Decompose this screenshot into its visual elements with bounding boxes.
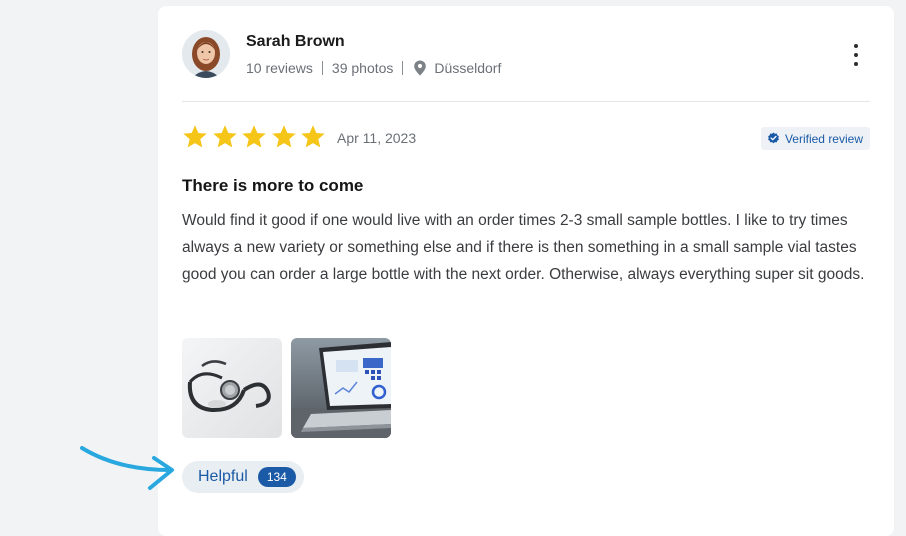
verified-badge[interactable]: Verified review — [760, 127, 870, 150]
star-icon — [301, 125, 325, 148]
verified-label: Verified review — [784, 131, 863, 146]
review-photos — [182, 338, 400, 438]
stethoscope-photo — [182, 338, 282, 438]
kebab-dot — [854, 44, 858, 48]
reviewer-header: Sarah Brown 10 reviews 39 photos Düsseld… — [182, 30, 870, 80]
star-icon — [271, 125, 296, 148]
pointer-arrow-icon — [80, 446, 174, 490]
review-body: Would find it good if one would live wit… — [182, 212, 865, 283]
reviewer-location: Düsseldorf — [434, 60, 502, 76]
reviewer-name[interactable]: Sarah Brown — [246, 33, 345, 51]
reviews-count: 10 reviews — [246, 60, 313, 76]
helpful-label: Helpful — [198, 468, 248, 485]
photo-thumbnail-stethoscope[interactable] — [182, 338, 282, 438]
avatar[interactable] — [182, 30, 230, 78]
meta-divider — [321, 61, 323, 75]
verified-check-icon — [768, 132, 779, 144]
location-pin-icon — [414, 60, 427, 76]
helpful-button[interactable]: Helpful 134 — [182, 461, 304, 493]
laptop-dashboard-photo — [291, 338, 391, 438]
review-date: Apr 11, 2023 — [337, 130, 417, 146]
review-card: Sarah Brown 10 reviews 39 photos Düsseld… — [158, 6, 894, 536]
helpful-count-badge: 134 — [257, 467, 296, 487]
star-rating — [182, 124, 330, 150]
avatar-image — [182, 30, 230, 78]
star-icon — [212, 125, 237, 148]
rating-row: Apr 11, 2023 Verified review — [182, 124, 870, 152]
star-icon — [242, 125, 266, 148]
reviewer-meta: 10 reviews 39 photos Düsseldorf — [246, 60, 501, 76]
photos-count: 39 photos — [331, 60, 394, 76]
more-options-icon[interactable] — [848, 44, 864, 66]
kebab-dot — [854, 53, 858, 57]
kebab-dot — [854, 62, 858, 66]
photo-thumbnail-laptop[interactable] — [291, 338, 391, 438]
review-title: There is more to come — [182, 176, 364, 195]
meta-divider — [402, 61, 404, 75]
header-divider — [182, 101, 870, 102]
star-icon — [183, 125, 207, 148]
